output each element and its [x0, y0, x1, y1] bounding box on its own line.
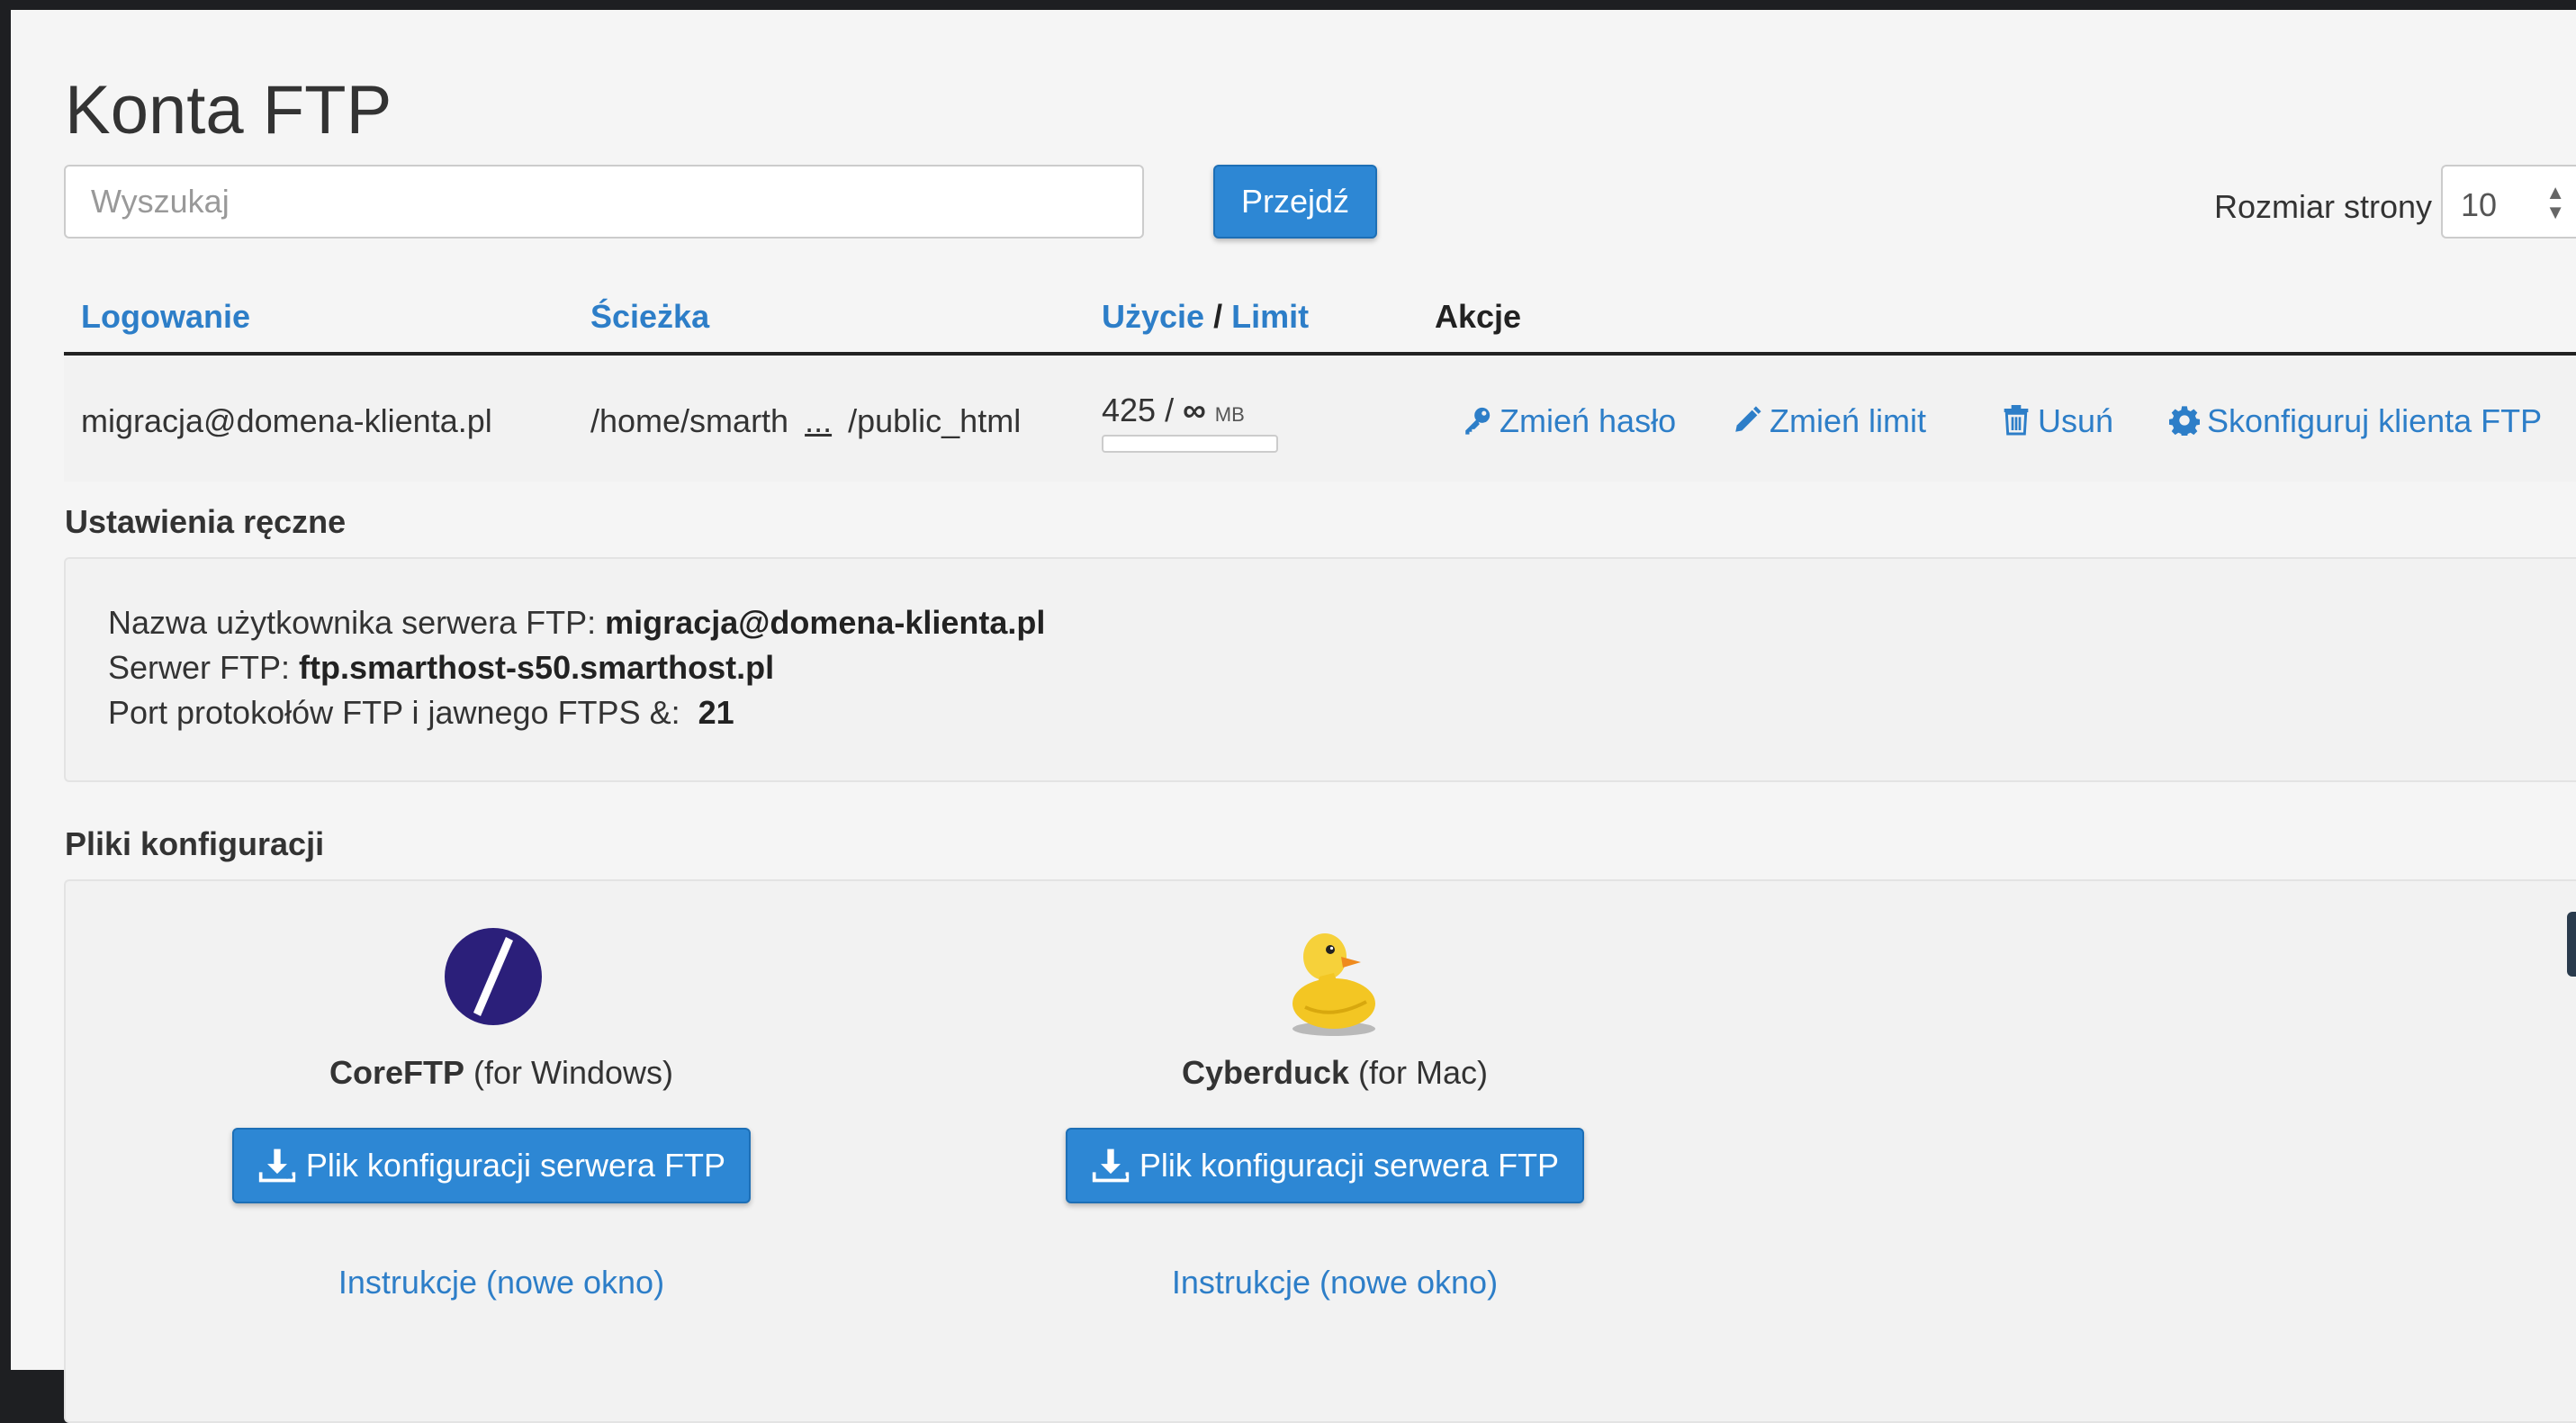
- column-header-usage[interactable]: Użycie: [1102, 298, 1204, 335]
- usage-progress-bar: [1102, 435, 1278, 453]
- usage-separator: /: [1156, 392, 1184, 428]
- ftp-username-line: Nazwa użytkownika serwera FTP: migracja@…: [108, 604, 1045, 642]
- search-input[interactable]: [64, 165, 1144, 239]
- row-path-end: /public_html: [848, 402, 1022, 439]
- column-header-path[interactable]: Ścieżka: [590, 298, 709, 336]
- download-icon: [1092, 1148, 1130, 1183]
- usage-limit-value: ∞: [1183, 392, 1206, 428]
- row-path-start: /home/smarth: [590, 402, 789, 439]
- download-icon: [258, 1148, 296, 1183]
- coreftp-logo: [445, 928, 542, 1025]
- configure-ftp-client-label: Skonfiguruj klienta FTP: [2207, 402, 2543, 439]
- row-path: /home/smarth... /public_html: [590, 402, 1021, 440]
- config-files-title: Pliki konfiguracji: [65, 825, 325, 862]
- pencil-icon: [1735, 406, 1761, 432]
- coreftp-instructions-link[interactable]: Instrukcje (nowe okno): [231, 1264, 771, 1301]
- row-login: migracja@domena-klienta.pl: [81, 402, 492, 439]
- cyberduck-logo: [1293, 933, 1375, 1036]
- ftp-port-label: Port protokołów FTP i jawnego FTPS &:: [108, 694, 680, 731]
- cyberduck-instructions-link[interactable]: Instrukcje (nowe okno): [1065, 1264, 1605, 1301]
- column-header-usage-limit: Użycie / Limit: [1102, 298, 1309, 336]
- coreftp-name: CoreFTP (for Windows): [231, 1054, 771, 1092]
- cyberduck-platform: (for Mac): [1349, 1054, 1489, 1091]
- change-limit-link[interactable]: Zmień limit: [1732, 402, 1926, 440]
- page-size-select[interactable]: 10 ▲ ▼: [2441, 165, 2576, 239]
- scroll-edge-tab[interactable]: [2567, 912, 2576, 977]
- ftp-accounts-page: Konta FTP Przejdź Rozmiar strony 10 ▲▼ L…: [11, 10, 2576, 1423]
- configure-ftp-client-link[interactable]: Skonfiguruj klienta FTP: [2168, 402, 2543, 440]
- ftp-username-value: migracja@domena-klienta.pl: [605, 604, 1046, 641]
- ftp-server-label: Serwer FTP:: [108, 649, 300, 686]
- cyberduck-download-label: Plik konfiguracji serwera FTP: [1139, 1147, 1560, 1184]
- ftp-port-line: Port protokołów FTP i jawnego FTPS &: 21: [108, 694, 734, 732]
- manual-settings-title: Ustawienia ręczne: [65, 503, 347, 540]
- usage-value: 425: [1102, 392, 1157, 428]
- gear-icon: [2168, 406, 2201, 438]
- column-header-login[interactable]: Logowanie: [81, 298, 250, 336]
- column-header-limit[interactable]: Limit: [1231, 298, 1309, 335]
- cyberduck-name: Cyberduck (for Mac): [1065, 1054, 1605, 1092]
- page-size-label: Rozmiar strony: [2214, 188, 2433, 225]
- delete-label: Usuń: [2038, 402, 2114, 439]
- cyberduck-title: Cyberduck: [1181, 1054, 1350, 1091]
- key-icon: [1465, 407, 1491, 435]
- delete-link[interactable]: Usuń: [2002, 402, 2113, 440]
- change-password-link[interactable]: Zmień hasło: [1462, 402, 1676, 440]
- column-header-actions: Akcje: [1435, 298, 1522, 335]
- page-title: Konta FTP: [65, 72, 392, 149]
- ftp-port-value: 21: [698, 694, 734, 731]
- search-go-button[interactable]: Przejdź: [1213, 165, 1377, 239]
- row-usage: 425 / ∞ MB: [1102, 392, 1245, 429]
- coreftp-title: CoreFTP: [329, 1054, 464, 1091]
- change-password-label: Zmień hasło: [1500, 402, 1677, 439]
- trash-icon: [2004, 405, 2029, 436]
- coreftp-platform: (for Windows): [464, 1054, 674, 1091]
- select-arrows-icon: ▲ ▼: [2545, 181, 2565, 223]
- ftp-username-label: Nazwa użytkownika serwera FTP:: [108, 604, 606, 641]
- page-size-value: 10: [2461, 186, 2498, 223]
- change-limit-label: Zmień limit: [1770, 402, 1927, 439]
- header-separator: /: [1204, 298, 1232, 335]
- path-ellipsis-toggle[interactable]: ...: [805, 402, 832, 439]
- cyberduck-download-config-button[interactable]: Plik konfiguracji serwera FTP: [1066, 1128, 1584, 1203]
- usage-unit: MB: [1214, 403, 1245, 426]
- ftp-server-value: ftp.smarthost-s50.smarthost.pl: [299, 649, 775, 686]
- ftp-server-line: Serwer FTP: ftp.smarthost-s50.smarthost.…: [108, 649, 774, 687]
- coreftp-download-config-button[interactable]: Plik konfiguracji serwera FTP: [232, 1128, 751, 1203]
- coreftp-download-label: Plik konfiguracji serwera FTP: [305, 1147, 726, 1184]
